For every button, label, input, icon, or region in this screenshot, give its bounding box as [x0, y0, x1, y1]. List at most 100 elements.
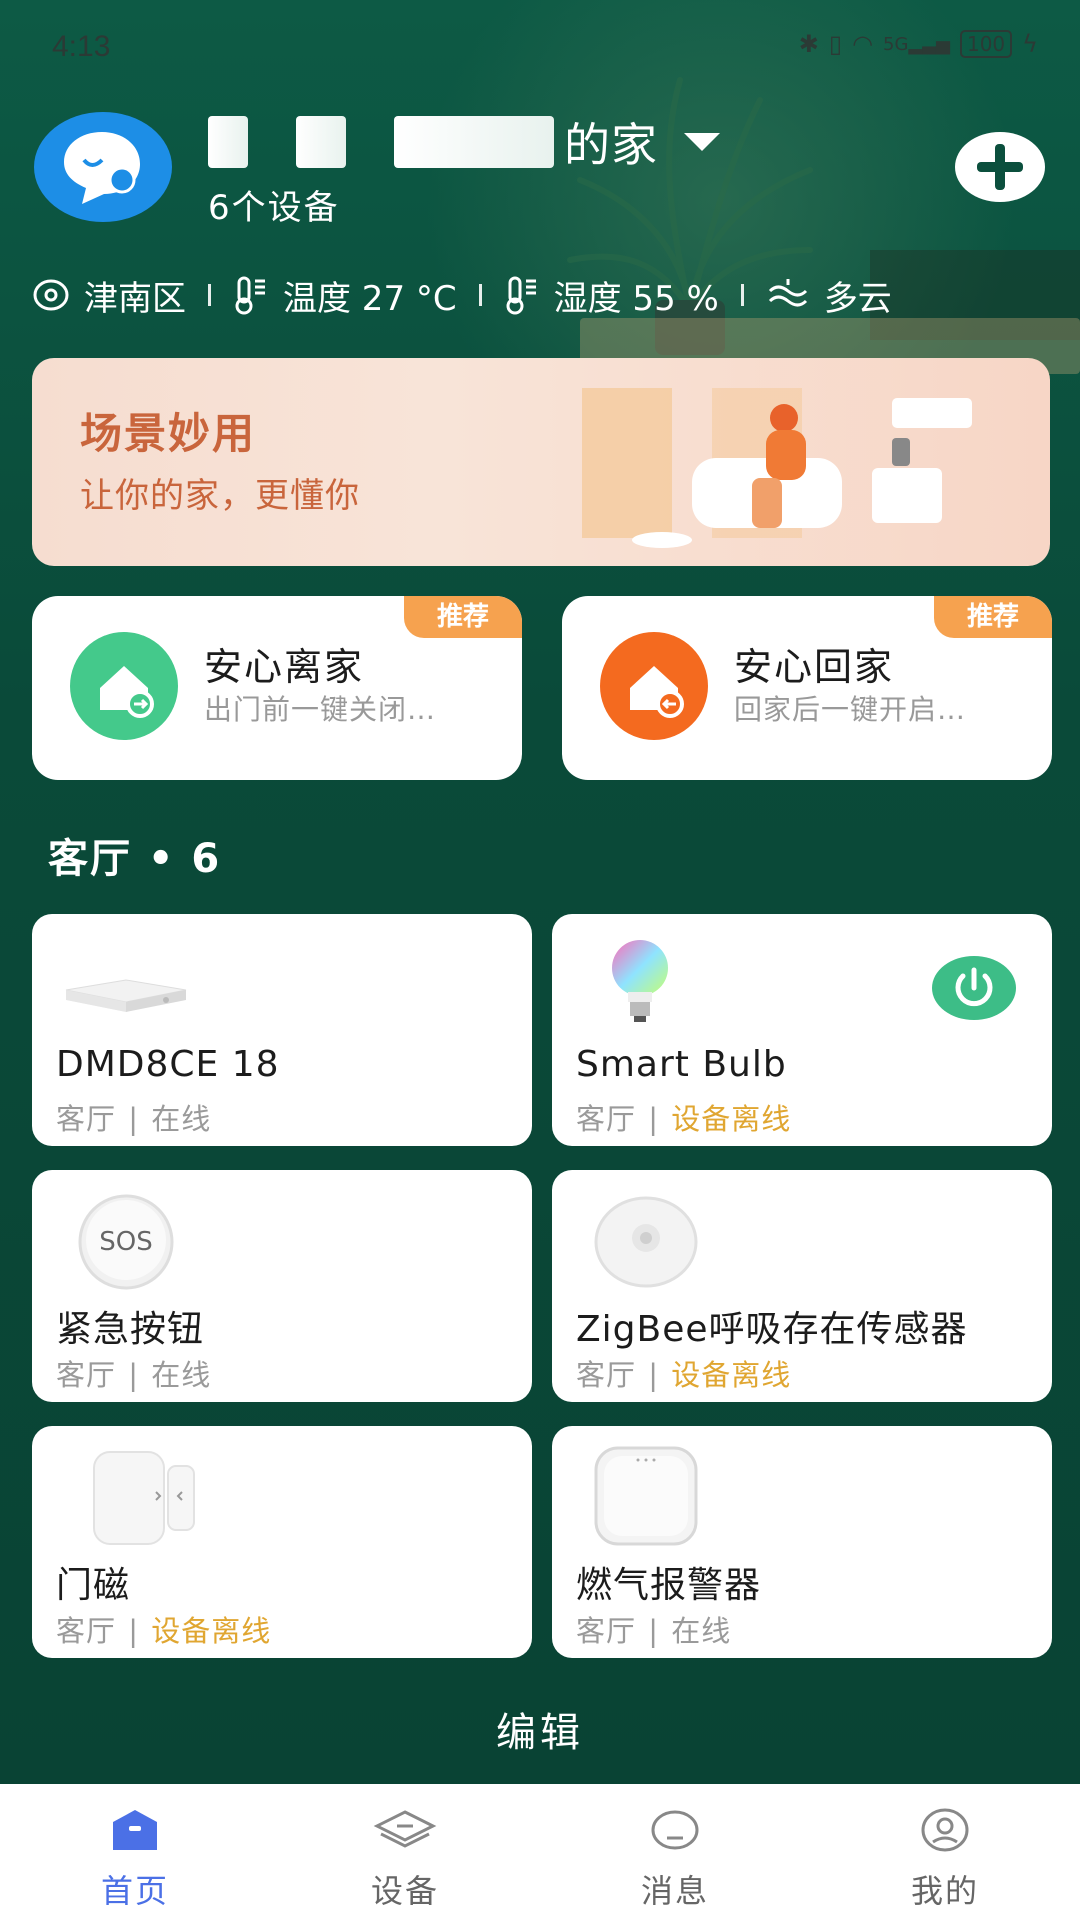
device-meta: 客厅 | 设备离线	[576, 1096, 791, 1138]
tab-label: 我的	[910, 1872, 979, 1910]
temperature-label: 温度 27 °C	[283, 278, 457, 319]
status-bar: 4:13 ✱ ▯ ◠ 5G▂▃▅ 100 ϟ	[0, 0, 1080, 90]
device-card-hub[interactable]: DMD8CE 18 客厅 | 在线	[32, 914, 532, 1146]
device-room: 客厅	[576, 1102, 637, 1136]
tab-devices[interactable]: 设备	[270, 1784, 540, 1920]
cloudy-icon	[768, 279, 807, 307]
divider: |	[118, 1358, 150, 1392]
device-count: 6个设备	[208, 188, 340, 228]
living-room-illustration	[582, 388, 972, 548]
hub-device-image	[65, 979, 187, 1012]
divider: |	[638, 1102, 670, 1136]
scene-title: 安心回家	[734, 645, 895, 689]
device-status: 设备离线	[671, 1102, 792, 1136]
device-name: 紧急按钮	[56, 1309, 205, 1350]
device-status: 在线	[151, 1358, 212, 1392]
device-room: 客厅	[56, 1358, 117, 1392]
bottom-navigation: 首页 设备 消息 我的	[0, 1784, 1080, 1920]
device-card-presence-sensor[interactable]: ZigBee呼吸存在传感器 客厅 | 设备离线	[552, 1170, 1052, 1402]
device-meta: 客厅 | 设备离线	[56, 1608, 271, 1650]
device-status: 设备离线	[151, 1614, 272, 1648]
device-name: 门磁	[56, 1565, 131, 1606]
avatar[interactable]	[34, 112, 172, 222]
weather-condition-label: 多云	[823, 278, 892, 319]
device-meta: 客厅 | 在线	[56, 1096, 211, 1138]
device-name: ZigBee呼吸存在传感器	[576, 1309, 968, 1350]
signal-icon: 5G▂▃▅	[883, 33, 950, 55]
humidity-label: 湿度 55 %	[553, 278, 719, 319]
divider: |	[118, 1614, 150, 1648]
gas-alarm-image	[594, 1446, 698, 1546]
home-name: 的家	[564, 118, 658, 172]
device-status: 设备离线	[671, 1358, 792, 1392]
device-room: 客厅	[576, 1614, 637, 1648]
vibrate-icon: ▯	[828, 30, 843, 58]
district-label: 津南区	[84, 278, 186, 319]
device-card-smart-bulb[interactable]: Smart Bulb 客厅 | 设备离线	[552, 914, 1052, 1146]
thermometer-icon	[235, 276, 265, 315]
device-card-door-sensor[interactable]: 门磁 客厅 | 设备离线	[32, 1426, 532, 1658]
device-room: 客厅	[576, 1358, 637, 1392]
chat-bubble-icon	[64, 132, 140, 204]
divider: |	[118, 1102, 150, 1136]
device-name: Smart Bulb	[576, 1044, 787, 1085]
status-icons: ✱ ▯ ◠ 5G▂▃▅ 100 ϟ	[799, 30, 1038, 58]
device-name: 燃气报警器	[576, 1565, 762, 1606]
tab-messages[interactable]: 消息	[540, 1784, 810, 1920]
device-status: 在线	[671, 1614, 732, 1648]
edit-button[interactable]: 编辑	[0, 1700, 1080, 1758]
power-toggle-button[interactable]	[932, 956, 1016, 1020]
profile-icon	[921, 1808, 969, 1852]
temperature-item: 温度 27 °C	[233, 271, 457, 320]
bluetooth-icon: ✱	[798, 30, 819, 58]
scene-banner[interactable]: 场景妙用 让你的家，更懂你	[32, 358, 1050, 566]
divider: |	[638, 1358, 670, 1392]
redacted-text	[208, 116, 248, 168]
sensor-device-image	[594, 1196, 698, 1288]
divider	[478, 284, 482, 306]
scene-subtitle: 出门前一键关闭…	[204, 693, 437, 726]
scene-card-leave-home[interactable]: 推荐 安心离家 出门前一键关闭…	[32, 596, 522, 780]
device-room: 客厅	[56, 1102, 117, 1136]
device-room: 客厅	[56, 1614, 117, 1648]
location-item: 津南区	[32, 271, 186, 320]
charging-icon: ϟ	[1022, 30, 1038, 58]
divider	[208, 284, 211, 306]
wifi-icon: ◠	[852, 30, 874, 58]
recommend-badge: 推荐	[404, 596, 522, 638]
device-meta: 客厅 | 设备离线	[576, 1352, 791, 1394]
door-sensor-image	[93, 1451, 195, 1545]
layers-icon	[373, 1810, 437, 1848]
tab-label: 首页	[100, 1872, 169, 1910]
weather-bar: 津南区 温度 27 °C 湿度 55 % 多云	[32, 270, 892, 320]
tab-label: 消息	[640, 1872, 709, 1910]
tab-profile[interactable]: 我的	[810, 1784, 1080, 1920]
message-icon	[651, 1810, 699, 1850]
scene-card-return-home[interactable]: 推荐 安心回家 回家后一键开启…	[562, 596, 1052, 780]
redacted-text	[394, 116, 554, 168]
home-selector[interactable]: 的家	[208, 112, 720, 172]
device-card-gas-alarm[interactable]: 燃气报警器 客厅 | 在线	[552, 1426, 1052, 1658]
room-section-title: 客厅 • 6	[48, 836, 222, 882]
chevron-down-icon	[684, 133, 720, 151]
status-time: 4:13	[52, 30, 111, 63]
power-icon	[955, 967, 993, 1007]
divider	[740, 284, 744, 306]
return-home-icon	[600, 632, 708, 740]
device-name: DMD8CE 18	[56, 1044, 280, 1085]
sos-label: SOS	[99, 1227, 152, 1257]
leave-home-icon	[70, 632, 178, 740]
weather-condition-item: 多云	[766, 271, 892, 320]
tab-label: 设备	[370, 1872, 439, 1910]
scene-subtitle: 回家后一键开启…	[734, 693, 967, 726]
scene-title: 安心离家	[204, 645, 365, 689]
divider: |	[638, 1614, 670, 1648]
recommend-badge: 推荐	[934, 596, 1052, 638]
device-card-sos-button[interactable]: SOS 紧急按钮 客厅 | 在线	[32, 1170, 532, 1402]
add-device-button[interactable]	[955, 132, 1045, 202]
bulb-device-image	[612, 940, 668, 1022]
home-icon	[113, 1810, 157, 1850]
tab-home[interactable]: 首页	[0, 1784, 270, 1920]
banner-title: 场景妙用	[80, 409, 257, 458]
device-meta: 客厅 | 在线	[576, 1608, 731, 1650]
